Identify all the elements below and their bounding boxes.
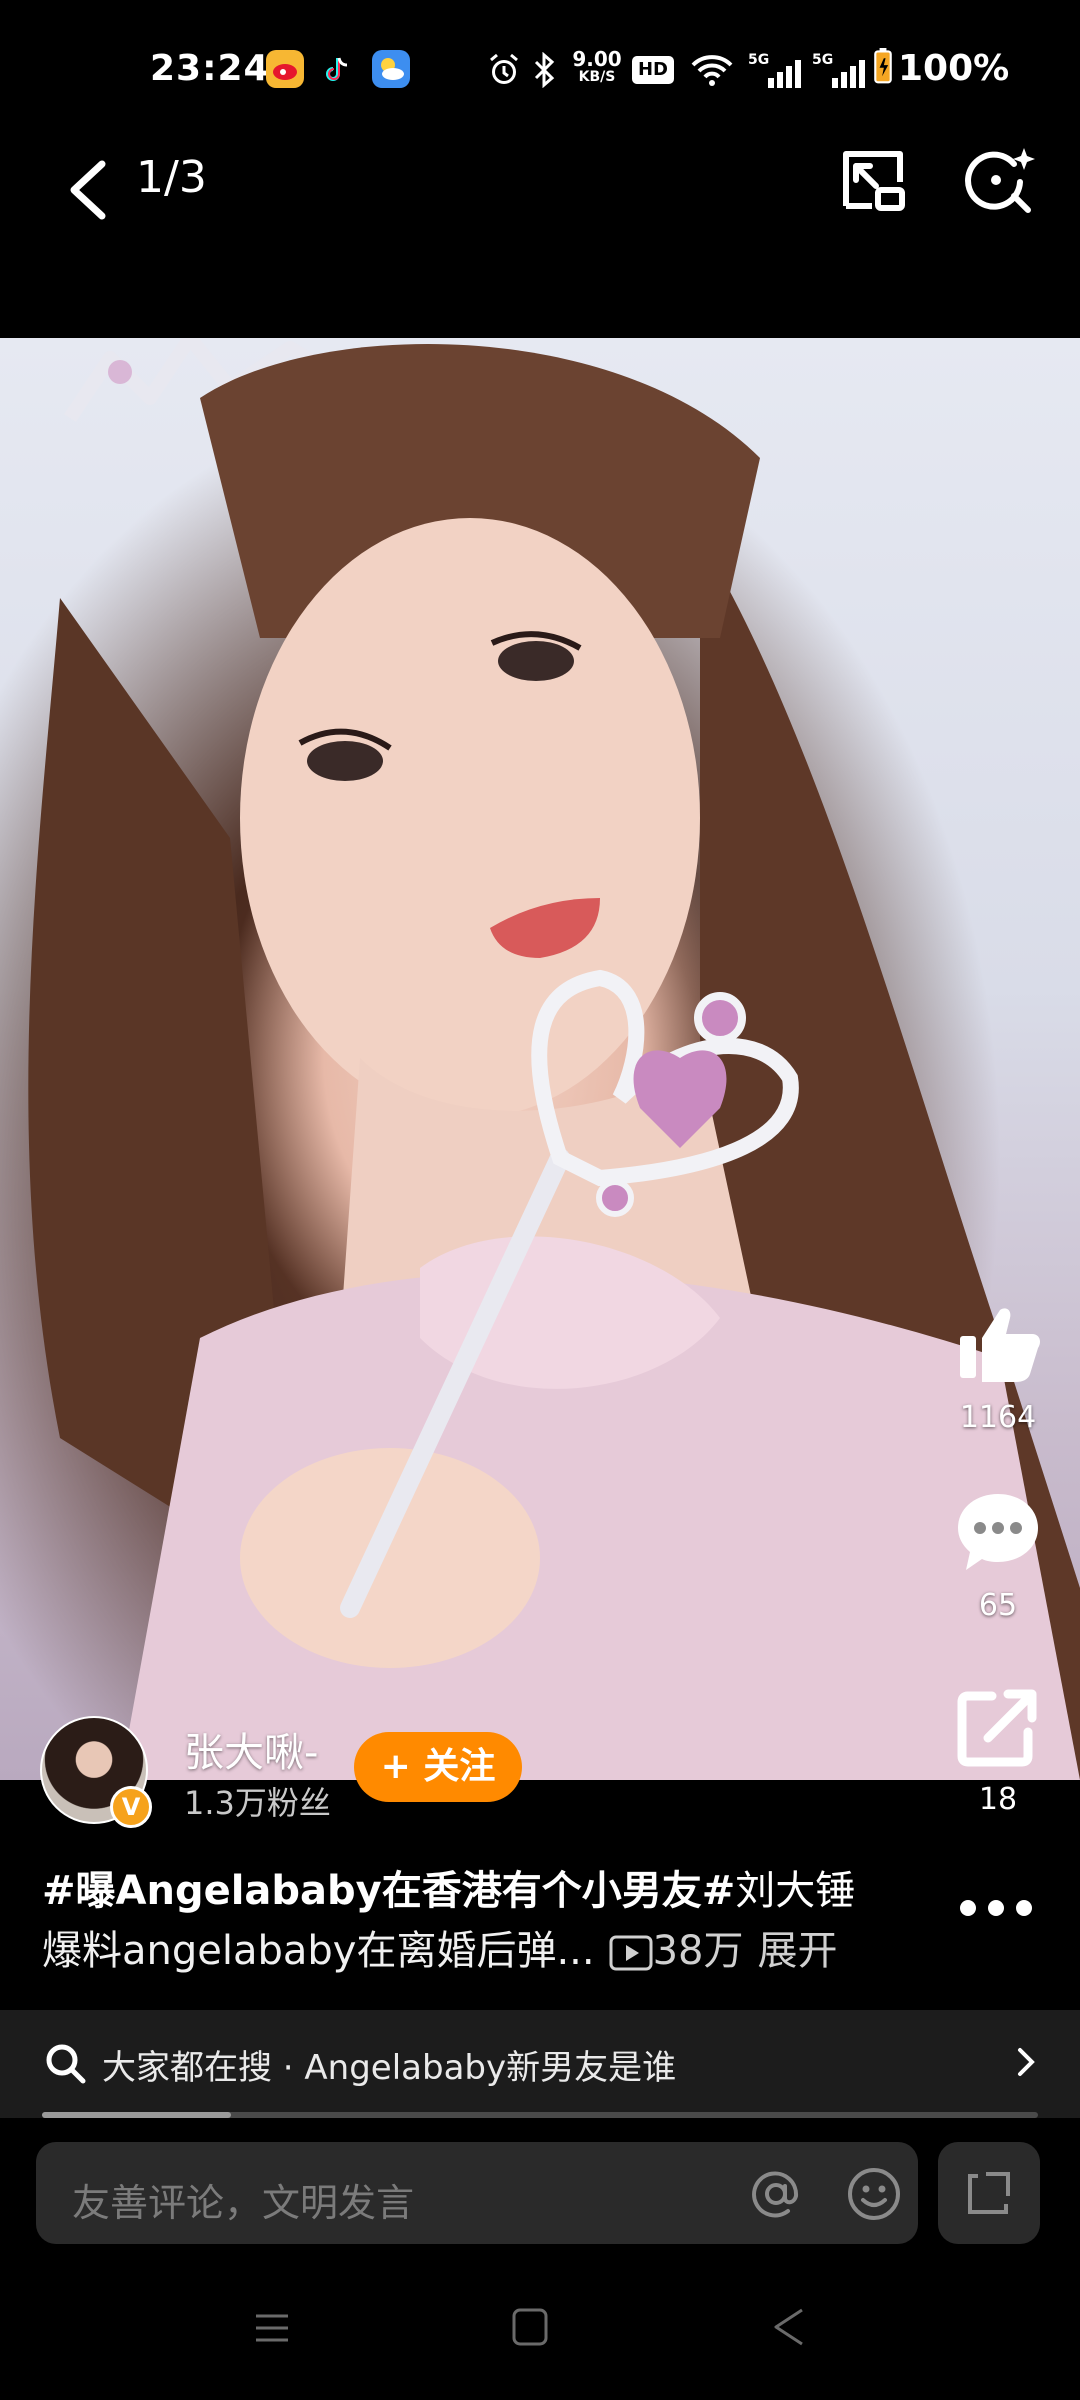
alarm-icon [490, 53, 518, 84]
share-icon [957, 1689, 1037, 1767]
bluetooth-icon [534, 52, 555, 88]
wifi-icon [691, 55, 733, 86]
post-caption-title: #曝Angelababy在香港有个小男友#刘大锤 [42, 1858, 855, 1916]
mention-link[interactable]: 刘大锤 [735, 1868, 855, 1914]
weibo-icon [266, 50, 304, 88]
repost-button[interactable] [938, 2142, 1040, 2244]
hd-badge: HD [632, 56, 674, 84]
network-speed: 9.00 KB/S [572, 47, 622, 85]
search-icon [46, 2044, 86, 2084]
like-action[interactable]: 1164 [938, 1298, 1058, 1435]
follow-button[interactable]: + 关注 [354, 1732, 522, 1802]
author-name[interactable]: 张大啾- [184, 1720, 318, 1778]
comment-bubble-icon [958, 1494, 1038, 1570]
emoji-icon[interactable] [844, 2164, 904, 2224]
video-play-icon [609, 1935, 653, 1971]
chevron-right-icon [1018, 2048, 1035, 2076]
back-button[interactable] [60, 150, 120, 230]
top-nav: 1/3 [0, 140, 1080, 260]
verified-badge: V [110, 1786, 152, 1828]
comment-placeholder: 友善评论，文明发言 [72, 2181, 415, 2225]
weather-icon [372, 50, 410, 88]
share-action[interactable]: 18 [938, 1680, 1058, 1817]
caption-text: 爆料angelababy在离婚后弹... [42, 1928, 595, 1974]
comment-action[interactable]: 65 [938, 1486, 1058, 1623]
thumbs-up-icon [960, 1308, 1040, 1382]
comment-count: 65 [978, 1588, 1018, 1623]
battery-icon [874, 48, 892, 84]
repost-icon [968, 2172, 1010, 2214]
menu-icon[interactable] [252, 2308, 292, 2348]
home-icon[interactable] [510, 2306, 550, 2348]
signal-1-icon: 5G [748, 52, 802, 88]
post-caption-body: 爆料angelababy在离婚后弹... 38万 展开 [42, 1918, 838, 1976]
system-navigation-bar [0, 2290, 1080, 2400]
signal-2-icon: 5G [812, 52, 866, 88]
comment-input[interactable]: 友善评论，文明发言 [36, 2142, 918, 2244]
pip-button[interactable] [836, 144, 910, 218]
tiktok-icon [318, 50, 356, 88]
post-photo[interactable] [0, 338, 1080, 1780]
photo-illustration [28, 338, 1080, 1780]
page-indicator: 1/3 [136, 152, 207, 203]
status-bar: 23:24 9.00 KB/S HD 5G 5G 100% [0, 0, 1080, 140]
search-suggestion-bar[interactable]: 大家都在搜 · Angelababy新男友是谁 [0, 2010, 1080, 2118]
back-triangle-icon[interactable] [768, 2306, 808, 2348]
image-progress-fill [42, 2112, 232, 2118]
mention-at-icon[interactable] [746, 2164, 806, 2224]
share-count: 18 [978, 1782, 1018, 1817]
search-suggestion-text: 大家都在搜 · Angelababy新男友是谁 [102, 2048, 677, 2088]
image-search-icon[interactable] [962, 144, 1036, 218]
status-time: 23:24 [150, 48, 270, 89]
expand-link[interactable]: 展开 [758, 1928, 838, 1974]
more-options-icon[interactable] [956, 1888, 1036, 1928]
like-count: 1164 [959, 1400, 1037, 1435]
hashtag-topic[interactable]: #曝Angelababy在香港有个小男友# [42, 1868, 735, 1914]
battery-percentage: 100% [898, 48, 1010, 89]
follower-count: 1.3万粉丝 [184, 1784, 331, 1822]
image-progress-track [42, 2112, 1038, 2118]
view-count: 38万 [652, 1928, 744, 1974]
